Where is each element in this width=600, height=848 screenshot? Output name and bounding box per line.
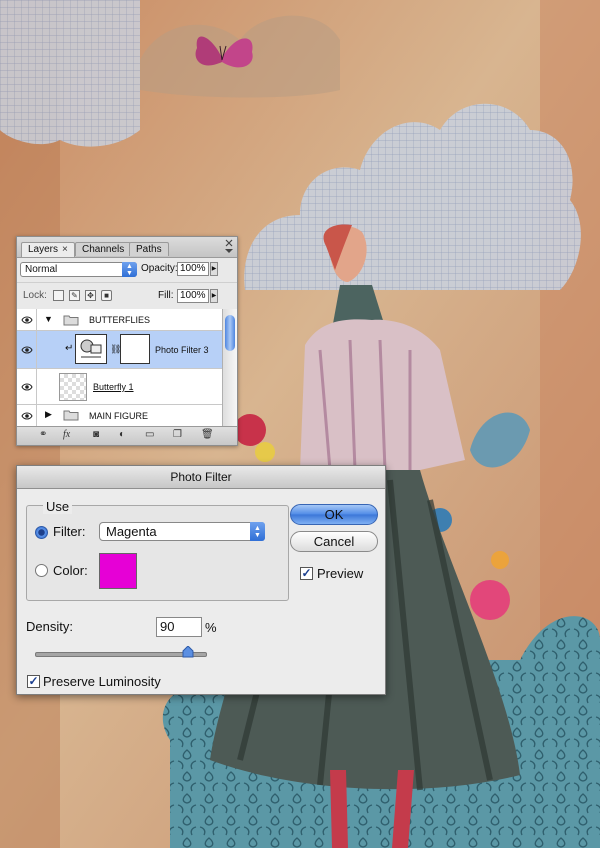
preview-label: Preview — [317, 566, 364, 581]
layer-row-butterflies[interactable]: ▼ BUTTERFLIES — [17, 309, 222, 331]
blend-mode-value: Normal — [25, 264, 58, 275]
folder-icon[interactable]: ▭ — [145, 429, 154, 440]
expand-triangle-icon[interactable]: ▼ — [44, 314, 53, 324]
preview-checkbox[interactable]: ✓ — [300, 567, 313, 580]
lock-label: Lock: — [23, 290, 47, 301]
fill-arrow-icon[interactable]: ▶ — [210, 289, 218, 303]
layers-panel-tabbar: Layers × Channels Paths — [17, 237, 237, 258]
layer-row-main-figure[interactable]: ▶ MAIN FIGURE — [17, 405, 222, 427]
dialog-title: Photo Filter — [17, 466, 385, 489]
use-group-label: Use — [43, 499, 73, 514]
adjustment-icon[interactable]: ◐ — [119, 429, 125, 440]
layers-scrollbar[interactable] — [222, 309, 237, 427]
layer-name-main-figure: MAIN FIGURE — [89, 411, 149, 421]
tab-paths[interactable]: Paths — [129, 242, 169, 256]
layer-name-butterflies: BUTTERFLIES — [89, 315, 151, 325]
clip-arrow-icon: ↵ — [65, 343, 74, 354]
photo-filter-dialog: Photo Filter Use Filter: Magenta ▲ ▼ Colo… — [16, 465, 386, 695]
opacity-label: Opacity: — [141, 263, 178, 274]
mask-icon[interactable]: ◙ — [93, 429, 99, 440]
close-icon[interactable]: × — [62, 244, 68, 255]
layer-row-butterfly-1[interactable]: Butterfly 1 — [17, 369, 222, 405]
layer-thumbnail[interactable] — [59, 373, 87, 401]
tab-paths-label: Paths — [136, 244, 162, 255]
photo-filter-icon — [80, 339, 102, 358]
trash-icon[interactable]: 🗑 — [201, 429, 214, 440]
layer-mask-thumbnail[interactable] — [120, 334, 150, 364]
fill-label: Fill: — [158, 290, 174, 301]
visibility-eye-icon[interactable] — [17, 309, 37, 330]
tab-layers-label: Layers — [28, 244, 59, 255]
density-slider-knob[interactable] — [182, 646, 194, 658]
lock-all-icon[interactable]: ■ — [101, 290, 112, 301]
blend-row: Normal ▲ ▼ Opacity: 100% ▶ — [17, 258, 237, 283]
use-group — [26, 505, 289, 601]
folder-icon — [63, 410, 79, 421]
filter-select-value: Magenta — [106, 524, 157, 539]
fx-icon[interactable]: fx — [63, 429, 70, 440]
collapse-triangle-icon[interactable]: ▶ — [45, 409, 52, 420]
preserve-luminosity-checkbox[interactable]: ✓ — [27, 675, 40, 688]
opacity-input[interactable]: 100% — [177, 262, 209, 276]
density-unit: % — [205, 620, 217, 635]
layer-row-photo-filter-3[interactable]: ↵ ⛓ Photo Filter 3 — [17, 331, 222, 369]
lock-row: Lock: ✎ ✥ ■ Fill: 100% ▶ — [17, 283, 237, 310]
color-radio[interactable] — [35, 564, 48, 577]
lock-transparency-icon[interactable] — [53, 290, 64, 301]
layers-panel: Layers × Channels Paths Normal ▲ ▼ Opacity… — [16, 236, 238, 446]
updown-arrow-icon: ▲ ▼ — [122, 262, 137, 277]
color-swatch[interactable] — [99, 553, 137, 589]
layer-name-photo-filter-3: Photo Filter 3 — [155, 345, 209, 355]
density-label: Density: — [26, 619, 73, 634]
density-input[interactable]: 90 — [156, 617, 202, 637]
filter-label: Filter: — [53, 524, 86, 539]
visibility-eye-icon[interactable] — [17, 405, 37, 426]
folder-icon — [63, 315, 79, 326]
link-icon[interactable]: ⚭ — [39, 429, 47, 440]
opacity-arrow-icon[interactable]: ▶ — [210, 262, 218, 276]
cancel-button[interactable]: Cancel — [290, 531, 378, 552]
tab-layers[interactable]: Layers × — [21, 242, 75, 257]
panel-menu-icon[interactable] — [224, 238, 234, 256]
blend-mode-select[interactable]: Normal ▲ ▼ — [20, 262, 137, 277]
lock-position-icon[interactable]: ✥ — [85, 290, 96, 301]
tab-channels[interactable]: Channels — [75, 242, 132, 256]
updown-arrow-icon: ▲ ▼ — [250, 522, 265, 541]
layer-name-butterfly-1: Butterfly 1 — [93, 382, 134, 392]
ok-button[interactable]: OK — [290, 504, 378, 525]
lock-pixels-icon[interactable]: ✎ — [69, 290, 80, 301]
layers-list: ▼ BUTTERFLIES ↵ ⛓ Photo Filter 3 Butterf… — [17, 309, 222, 427]
fill-input[interactable]: 100% — [177, 289, 209, 303]
adjustment-thumbnail[interactable] — [75, 334, 107, 364]
tab-channels-label: Channels — [82, 244, 125, 255]
filter-radio[interactable] — [35, 526, 48, 539]
new-layer-icon[interactable]: ❐ — [173, 429, 182, 440]
preserve-luminosity-label: Preserve Luminosity — [43, 674, 161, 689]
filter-select[interactable]: Magenta ▲ ▼ — [99, 522, 265, 541]
layers-footer: ⚭ fx ◙ ◐ ▭ ❐ 🗑 — [17, 426, 237, 445]
visibility-eye-icon[interactable] — [17, 331, 37, 368]
color-label: Color: — [53, 563, 88, 578]
visibility-eye-icon[interactable] — [17, 369, 37, 404]
scrollbar-thumb[interactable] — [225, 315, 235, 351]
